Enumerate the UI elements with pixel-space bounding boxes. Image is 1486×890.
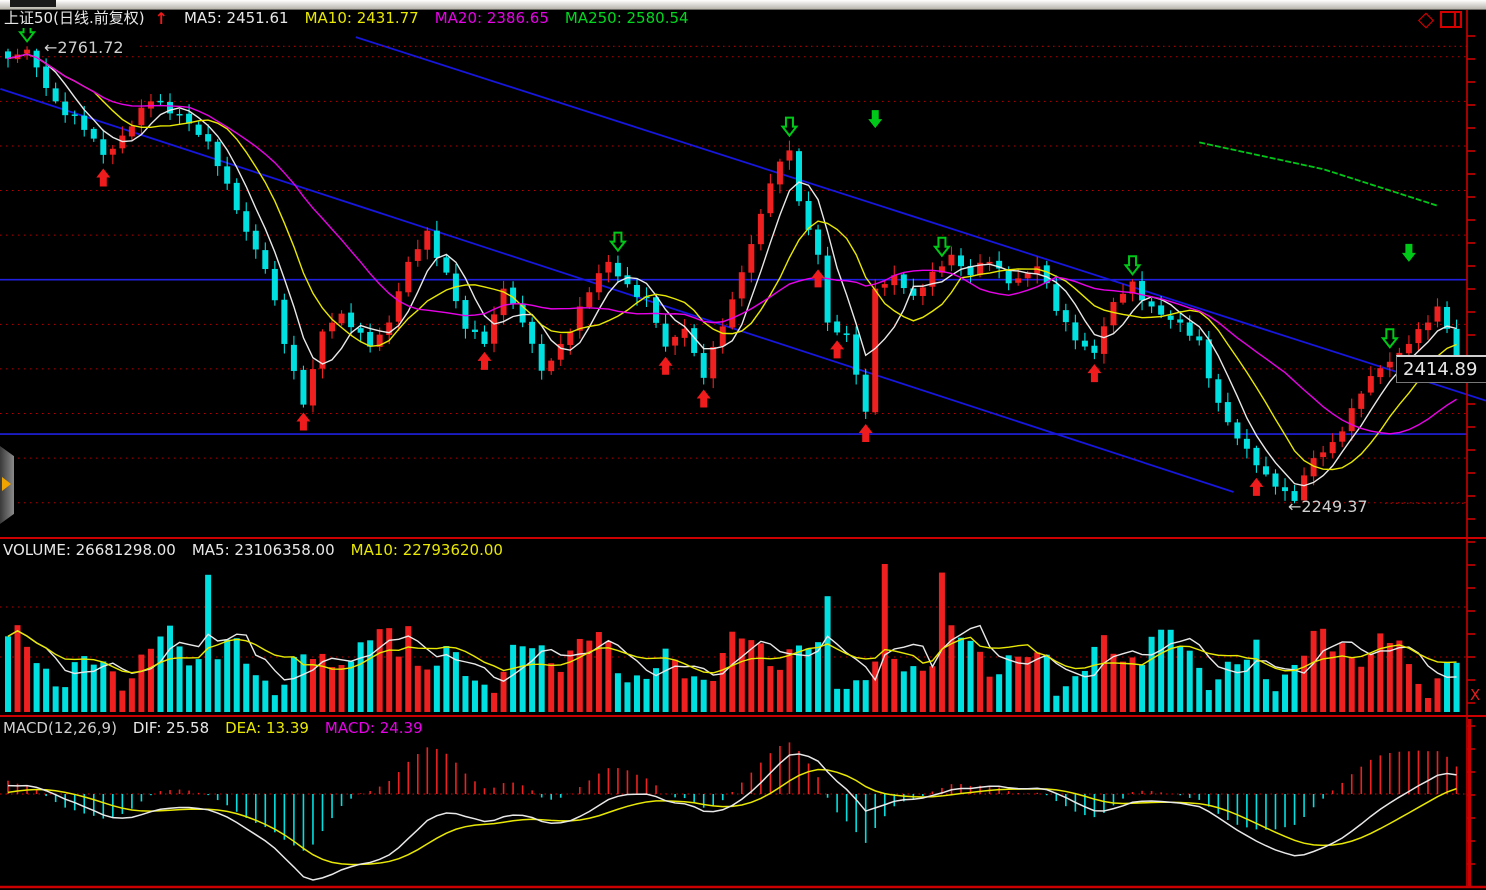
chart-corner-toolbar: ◇ <box>1418 10 1462 28</box>
trading-app-window: 上证50(日线.前复权) ↑ MA5: 2451.61 MA10: 2431.7… <box>0 0 1486 890</box>
last-price-label: 2414.89 <box>1396 355 1486 383</box>
diamond-icon[interactable]: ◇ <box>1418 10 1434 28</box>
last-price-value: 2414.89 <box>1403 359 1477 380</box>
chart-canvas[interactable] <box>0 0 1486 890</box>
axis-corner-label: X <box>1470 686 1480 704</box>
split-window-icon[interactable] <box>1440 11 1462 28</box>
expand-right-icon <box>2 477 11 491</box>
sidebar-collapse-handle[interactable] <box>0 446 14 524</box>
